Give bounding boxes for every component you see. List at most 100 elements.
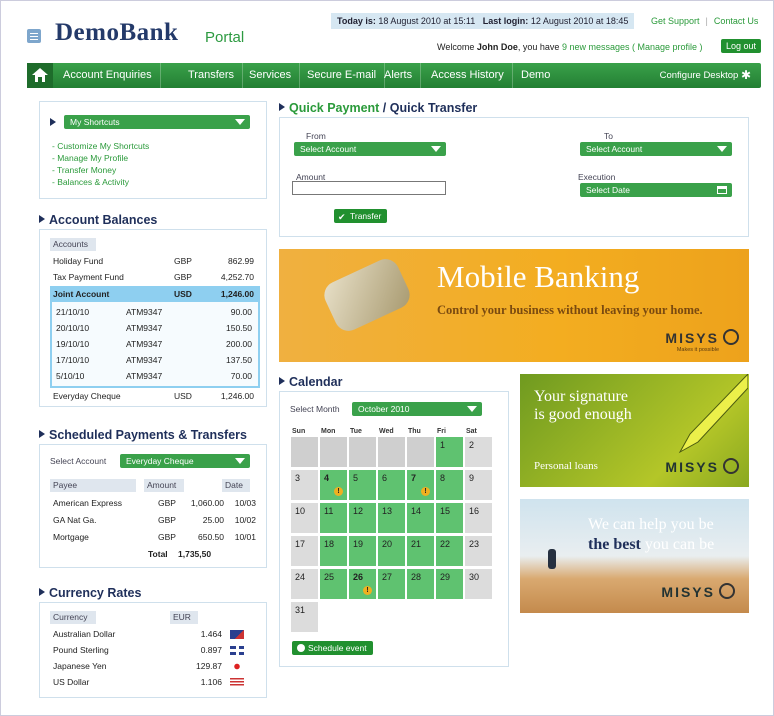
calendar-icon <box>717 186 727 194</box>
table-row[interactable]: Mortgage GBP 650.50 10/01 <box>50 529 260 545</box>
calendar-day[interactable]: 23 <box>464 535 493 567</box>
chevron-down-icon <box>431 146 441 152</box>
table-row[interactable]: Holiday Fund GBP 862.99 <box>50 253 260 269</box>
table-row[interactable]: Australian Dollar 1.464 <box>50 626 260 642</box>
arrow-icon <box>279 103 285 111</box>
quick-payment-tab[interactable]: Quick Payment <box>289 101 379 115</box>
calendar-day[interactable]: 7! <box>406 469 435 501</box>
payment-date: 10/01 <box>234 532 256 542</box>
menu-icon[interactable] <box>27 29 41 43</box>
table-row[interactable]: Everyday Cheque USD 1,246.00 <box>50 388 260 404</box>
table-row[interactable]: GA Nat Ga. GBP 25.00 10/02 <box>50 512 260 528</box>
calendar-day[interactable]: 4! <box>319 469 348 501</box>
calendar-day[interactable]: 17 <box>290 535 319 567</box>
nav-access-history[interactable]: Access History <box>423 63 513 88</box>
table-row[interactable]: US Dollar 1.106 <box>50 674 260 690</box>
nav-services[interactable]: Services <box>241 63 301 88</box>
tx-date: 5/10/10 <box>56 371 85 381</box>
calendar-day[interactable]: 19 <box>348 535 377 567</box>
payment-date: 10/02 <box>234 515 256 525</box>
account-currency: USD <box>174 391 192 401</box>
home-button[interactable] <box>27 63 53 88</box>
account-amount: 1,246.00 <box>220 289 254 299</box>
calendar-day[interactable]: 27 <box>377 568 406 600</box>
manage-profile-link[interactable]: ( Manage profile ) <box>632 42 703 52</box>
from-label: From <box>306 131 326 141</box>
calendar-day[interactable]: 14 <box>406 502 435 534</box>
configure-desktop-button[interactable]: Configure Desktop ✱ <box>660 63 751 88</box>
month-select[interactable]: October 2010 <box>352 402 482 416</box>
table-row[interactable]: Japanese Yen 129.87 <box>50 658 260 674</box>
calendar-day[interactable]: 15 <box>435 502 464 534</box>
nav-alerts[interactable]: Alerts <box>376 63 422 88</box>
logo[interactable]: DemoBank <box>55 19 178 47</box>
logout-button[interactable]: Log out <box>721 39 761 53</box>
jp-flag-icon <box>230 662 244 671</box>
personal-loans-banner[interactable]: Your signature is good enough Personal lo… <box>520 374 749 487</box>
calendar-day[interactable]: 10 <box>290 502 319 534</box>
table-row-selected[interactable]: Joint Account USD 1,246.00 <box>50 286 260 302</box>
calendar-day[interactable]: 3 <box>290 469 319 501</box>
table-row[interactable]: American Express GBP 1,060.00 10/03 <box>50 495 260 511</box>
calendar-day[interactable]: 13 <box>377 502 406 534</box>
list-item[interactable]: 20/10/10 ATM9347 150.50 <box>54 320 256 336</box>
calendar-day[interactable]: 29 <box>435 568 464 600</box>
amount-input[interactable] <box>292 181 446 195</box>
payee-name: American Express <box>53 498 122 508</box>
currency-rate: 129.87 <box>196 661 222 671</box>
calendar-day[interactable]: 9 <box>464 469 493 501</box>
scheduled-account-select[interactable]: Everyday Cheque <box>120 454 250 468</box>
contact-us-link[interactable]: Contact Us <box>714 16 759 26</box>
calendar-day[interactable]: 2 <box>464 436 493 468</box>
nav-secure-email[interactable]: Secure E-mail <box>299 63 386 88</box>
calendar-day[interactable]: 11 <box>319 502 348 534</box>
nav-account-enquiries[interactable]: Account Enquiries <box>55 63 161 88</box>
nav-transfers[interactable]: Transfers <box>180 63 244 88</box>
mobile-banking-banner[interactable]: Mobile Banking Control your business wit… <box>279 249 749 362</box>
transfer-button[interactable]: ✔ Transfer <box>334 209 388 223</box>
tx-date: 20/10/10 <box>56 323 90 333</box>
shortcut-customize-link[interactable]: - Customize My Shortcuts <box>52 140 149 152</box>
brand-text: MISYS <box>665 459 719 475</box>
list-item[interactable]: 5/10/10 ATM9347 70.00 <box>54 368 256 384</box>
calendar-day[interactable]: 26! <box>348 568 377 600</box>
shortcut-transfer-money-link[interactable]: - Transfer Money <box>52 164 149 176</box>
calendar-day[interactable]: 24 <box>290 568 319 600</box>
currency-rates-title: Currency Rates <box>39 586 141 600</box>
calendar-day[interactable]: 16 <box>464 502 493 534</box>
schedule-event-button[interactable]: Schedule event <box>292 641 373 655</box>
table-row[interactable]: Tax Payment Fund GBP 4,252.70 <box>50 269 260 285</box>
calendar-day[interactable]: 5 <box>348 469 377 501</box>
to-account-select[interactable]: Select Account <box>580 142 732 156</box>
shortcuts-select[interactable]: My Shortcuts <box>64 115 250 129</box>
execution-date-select[interactable]: Select Date <box>580 183 732 197</box>
calendar-day[interactable]: 6 <box>377 469 406 501</box>
messages-link[interactable]: 9 new messages <box>562 42 630 52</box>
select-month-label: Select Month <box>290 404 340 414</box>
day-of-week-label: Wed <box>379 428 394 435</box>
calendar-day[interactable]: 8 <box>435 469 464 501</box>
calendar-day[interactable]: 20 <box>377 535 406 567</box>
shortcut-balances-link[interactable]: - Balances & Activity <box>52 176 149 188</box>
get-support-link[interactable]: Get Support <box>651 16 700 26</box>
calendar-day[interactable]: 18 <box>319 535 348 567</box>
be-the-best-banner[interactable]: We can help you be the best you can be M… <box>520 499 749 613</box>
quick-transfer-tab[interactable]: Quick Transfer <box>390 101 478 115</box>
calendar-day[interactable]: 25 <box>319 568 348 600</box>
calendar-day[interactable]: 31 <box>290 601 319 633</box>
sig-subtitle: Personal loans <box>534 460 598 472</box>
shortcut-manage-profile-link[interactable]: - Manage My Profile <box>52 152 149 164</box>
calendar-day[interactable]: 28 <box>406 568 435 600</box>
calendar-day[interactable]: 30 <box>464 568 493 600</box>
from-account-select[interactable]: Select Account <box>294 142 446 156</box>
nav-demo[interactable]: Demo <box>513 63 558 88</box>
list-item[interactable]: 21/10/10 ATM9347 90.00 <box>54 304 256 320</box>
table-row[interactable]: Pound Sterling 0.897 <box>50 642 260 658</box>
calendar-day[interactable]: 12 <box>348 502 377 534</box>
calendar-day[interactable]: 1 <box>435 436 464 468</box>
calendar-day[interactable]: 22 <box>435 535 464 567</box>
calendar-day[interactable]: 21 <box>406 535 435 567</box>
list-item[interactable]: 19/10/10 ATM9347 200.00 <box>54 336 256 352</box>
tx-date: 17/10/10 <box>56 355 90 365</box>
list-item[interactable]: 17/10/10 ATM9347 137.50 <box>54 352 256 368</box>
